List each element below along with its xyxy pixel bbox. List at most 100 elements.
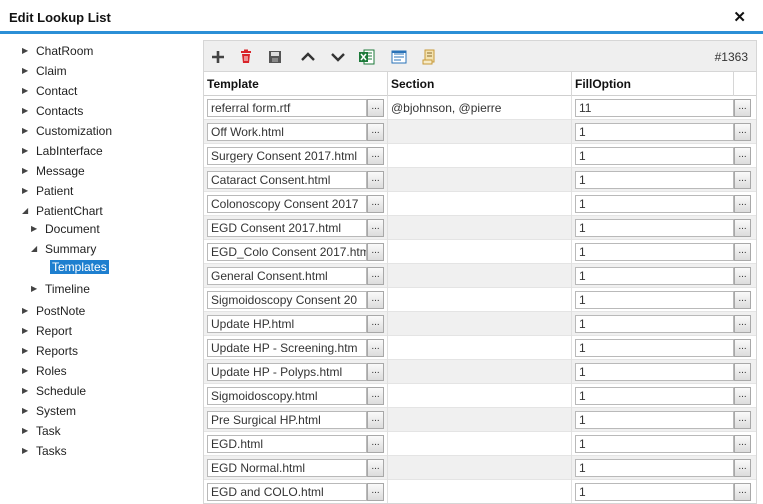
filloption-input[interactable]: 1 bbox=[575, 123, 734, 141]
move-up-icon[interactable] bbox=[299, 48, 317, 66]
add-icon[interactable] bbox=[209, 48, 227, 66]
template-browse-button[interactable]: ... bbox=[367, 387, 384, 405]
expand-icon[interactable]: ▶ bbox=[22, 102, 34, 120]
filloption-browse-button[interactable]: ... bbox=[734, 195, 751, 213]
tree-node-reports[interactable]: ▶ Reports bbox=[22, 342, 80, 360]
tree-node-labinterface[interactable]: ▶ LabInterface bbox=[22, 142, 105, 160]
template-input[interactable]: General Consent.html bbox=[207, 267, 367, 285]
section-cell[interactable] bbox=[388, 120, 572, 144]
filloption-input[interactable]: 1 bbox=[575, 411, 734, 429]
tree-node-timeline[interactable]: ▶ Timeline bbox=[31, 280, 92, 298]
template-browse-button[interactable]: ... bbox=[367, 267, 384, 285]
delete-icon[interactable] bbox=[237, 48, 255, 66]
template-input[interactable]: Colonoscopy Consent 2017 bbox=[207, 195, 367, 213]
filloption-input[interactable]: 11 bbox=[575, 99, 734, 117]
filloption-input[interactable]: 1 bbox=[575, 267, 734, 285]
section-cell[interactable] bbox=[388, 264, 572, 288]
expand-icon[interactable]: ▶ bbox=[22, 322, 34, 340]
expand-icon[interactable]: ▶ bbox=[22, 82, 34, 100]
tree-node-schedule[interactable]: ▶ Schedule bbox=[22, 382, 88, 400]
template-input[interactable]: EGD_Colo Consent 2017.htm bbox=[207, 243, 367, 261]
excel-export-icon[interactable] bbox=[358, 48, 376, 66]
section-cell[interactable] bbox=[388, 432, 572, 456]
template-browse-button[interactable]: ... bbox=[367, 363, 384, 381]
expand-icon[interactable]: ▶ bbox=[22, 442, 34, 460]
filloption-input[interactable]: 1 bbox=[575, 315, 734, 333]
save-icon[interactable] bbox=[266, 48, 284, 66]
filloption-input[interactable]: 1 bbox=[575, 459, 734, 477]
section-cell[interactable] bbox=[388, 144, 572, 168]
expand-icon[interactable]: ▶ bbox=[22, 142, 34, 160]
expand-icon[interactable]: ▶ bbox=[22, 42, 34, 60]
section-cell[interactable] bbox=[388, 360, 572, 384]
filloption-input[interactable]: 1 bbox=[575, 147, 734, 165]
template-input[interactable]: Off Work.html bbox=[207, 123, 367, 141]
tree-node-tasks[interactable]: ▶ Tasks bbox=[22, 442, 69, 460]
close-icon[interactable]: ✕ bbox=[733, 8, 746, 26]
column-header-section[interactable]: Section bbox=[388, 72, 572, 96]
template-input[interactable]: EGD Normal.html bbox=[207, 459, 367, 477]
tree-node-document[interactable]: ▶ Document bbox=[31, 220, 102, 238]
collapse-icon[interactable]: ◢ bbox=[22, 202, 34, 220]
filloption-input[interactable]: 1 bbox=[575, 219, 734, 237]
import-icon[interactable] bbox=[390, 48, 408, 66]
expand-icon[interactable]: ▶ bbox=[22, 302, 34, 320]
template-browse-button[interactable]: ... bbox=[367, 315, 384, 333]
expand-icon[interactable]: ▶ bbox=[22, 382, 34, 400]
tree-node-roles[interactable]: ▶ Roles bbox=[22, 362, 69, 380]
filloption-browse-button[interactable]: ... bbox=[734, 363, 751, 381]
tree-node-contact[interactable]: ▶ Contact bbox=[22, 82, 79, 100]
filloption-input[interactable]: 1 bbox=[575, 339, 734, 357]
tree-node-postnote[interactable]: ▶ PostNote bbox=[22, 302, 87, 320]
column-header-template[interactable]: Template bbox=[204, 72, 388, 96]
filloption-browse-button[interactable]: ... bbox=[734, 267, 751, 285]
tree-node-patientchart[interactable]: ◢ PatientChart bbox=[22, 202, 105, 220]
filloption-input[interactable]: 1 bbox=[575, 171, 734, 189]
expand-icon[interactable]: ▶ bbox=[31, 280, 43, 298]
template-input[interactable]: Update HP - Screening.htm bbox=[207, 339, 367, 357]
template-browse-button[interactable]: ... bbox=[367, 195, 384, 213]
filloption-browse-button[interactable]: ... bbox=[734, 411, 751, 429]
section-cell[interactable] bbox=[388, 408, 572, 432]
template-browse-button[interactable]: ... bbox=[367, 291, 384, 309]
filloption-input[interactable]: 1 bbox=[575, 243, 734, 261]
filloption-input[interactable]: 1 bbox=[575, 363, 734, 381]
section-cell[interactable] bbox=[388, 312, 572, 336]
expand-icon[interactable]: ▶ bbox=[22, 162, 34, 180]
section-cell[interactable] bbox=[388, 168, 572, 192]
expand-icon[interactable]: ▶ bbox=[22, 402, 34, 420]
template-input[interactable]: Sigmoidoscopy Consent 20 bbox=[207, 291, 367, 309]
template-browse-button[interactable]: ... bbox=[367, 435, 384, 453]
tree-node-contacts[interactable]: ▶ Contacts bbox=[22, 102, 85, 120]
template-input[interactable]: EGD.html bbox=[207, 435, 367, 453]
template-input[interactable]: Cataract Consent.html bbox=[207, 171, 367, 189]
template-browse-button[interactable]: ... bbox=[367, 123, 384, 141]
column-header-filloption[interactable]: FillOption bbox=[572, 72, 734, 96]
template-browse-button[interactable]: ... bbox=[367, 411, 384, 429]
template-browse-button[interactable]: ... bbox=[367, 147, 384, 165]
tree-node-customization[interactable]: ▶ Customization bbox=[22, 122, 114, 140]
template-browse-button[interactable]: ... bbox=[367, 219, 384, 237]
section-cell[interactable] bbox=[388, 480, 572, 503]
move-down-icon[interactable] bbox=[329, 48, 347, 66]
tree-node-report[interactable]: ▶ Report bbox=[22, 322, 74, 340]
expand-icon[interactable]: ▶ bbox=[22, 342, 34, 360]
filloption-input[interactable]: 1 bbox=[575, 387, 734, 405]
template-browse-button[interactable]: ... bbox=[367, 483, 384, 501]
section-cell[interactable] bbox=[388, 240, 572, 264]
filloption-browse-button[interactable]: ... bbox=[734, 243, 751, 261]
expand-icon[interactable]: ▶ bbox=[22, 182, 34, 200]
filloption-browse-button[interactable]: ... bbox=[734, 99, 751, 117]
expand-icon[interactable]: ▶ bbox=[22, 122, 34, 140]
tree-node-task[interactable]: ▶ Task bbox=[22, 422, 63, 440]
template-browse-button[interactable]: ... bbox=[367, 99, 384, 117]
filloption-browse-button[interactable]: ... bbox=[734, 483, 751, 501]
template-browse-button[interactable]: ... bbox=[367, 459, 384, 477]
expand-icon[interactable]: ▶ bbox=[22, 422, 34, 440]
filloption-input[interactable]: 1 bbox=[575, 483, 734, 501]
tree-node-patient[interactable]: ▶ Patient bbox=[22, 182, 75, 200]
filloption-input[interactable]: 1 bbox=[575, 291, 734, 309]
tree-node-templates[interactable]: Templates bbox=[50, 258, 109, 276]
section-cell[interactable]: @bjohnson, @pierre bbox=[388, 96, 572, 120]
filloption-input[interactable]: 1 bbox=[575, 195, 734, 213]
